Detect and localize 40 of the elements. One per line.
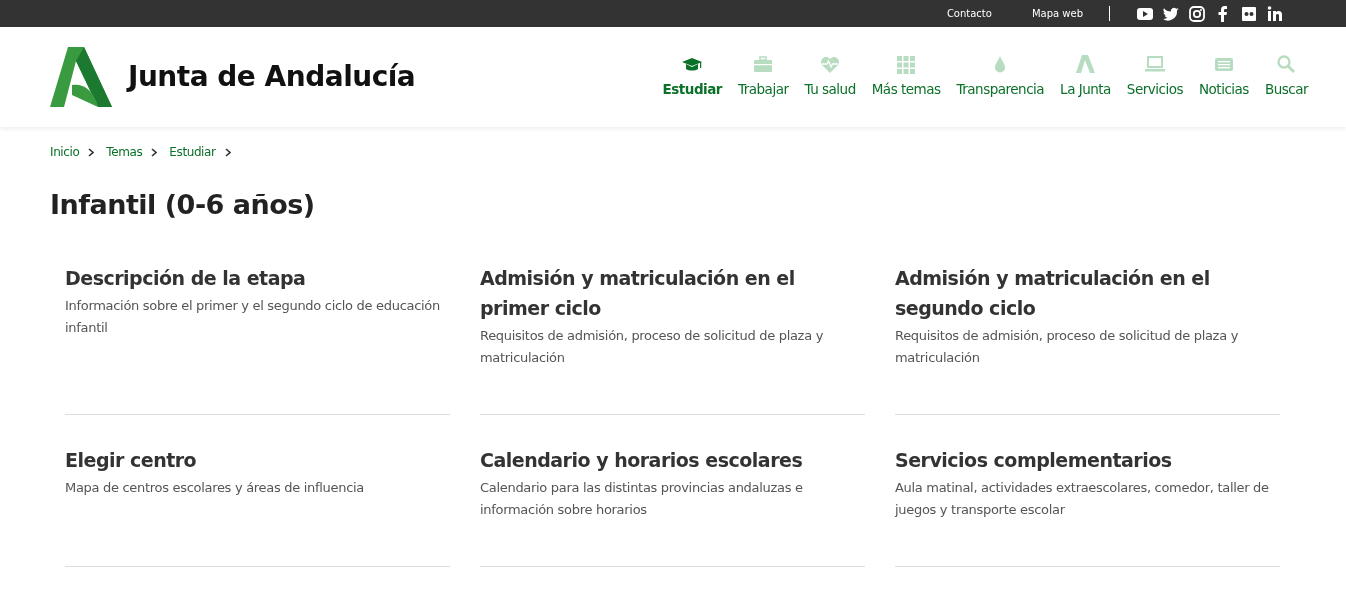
- nav-tab[interactable]: Noticias: [1199, 54, 1249, 100]
- logo-icon: [50, 47, 112, 107]
- flickr-icon[interactable]: [1240, 4, 1258, 23]
- page-title: Infantil (0-6 años): [50, 189, 316, 222]
- card-title[interactable]: Admisión y matriculación en el segundo ciclo: [895, 263, 1280, 324]
- top-link[interactable]: Mapa web: [1031, 6, 1083, 21]
- card-title[interactable]: Elegir centro: [65, 445, 450, 476]
- card-description: Información sobre el primer y el segundo ciclo de educación infantil: [65, 297, 441, 338]
- top-link[interactable]: Contacto: [946, 6, 992, 21]
- card-title[interactable]: Calendario y horarios escolares: [480, 445, 865, 476]
- nav-tab[interactable]: Servicios: [1126, 54, 1183, 100]
- nav-tab[interactable]: Estudiar: [662, 54, 722, 100]
- card-description: Requisitos de admisión, proceso de solicitud de plaza y matriculación: [480, 327, 825, 368]
- card-description: Requisitos de admisión, proceso de solicitud de plaza y matriculación: [895, 327, 1240, 368]
- grid-icon: [895, 54, 918, 75]
- letter-a-icon: [1074, 54, 1097, 75]
- breadcrumb-link[interactable]: Estudiar: [169, 143, 216, 161]
- nav-tab[interactable]: Trabajar: [737, 54, 789, 100]
- laptop-icon: [1143, 54, 1166, 75]
- nav-tab[interactable]: Buscar: [1264, 54, 1308, 100]
- heart-pulse-icon: [819, 54, 842, 75]
- instagram-icon[interactable]: [1188, 4, 1206, 23]
- nav-tab[interactable]: Transparencia: [956, 54, 1045, 100]
- card-description: Mapa de centros escolares y áreas de influencia: [65, 479, 365, 498]
- nav-tab[interactable]: La Junta: [1060, 54, 1111, 100]
- chevron-icon: [151, 147, 158, 157]
- briefcase-icon: [752, 54, 775, 75]
- breadcrumb-link[interactable]: Inicio: [50, 143, 80, 161]
- card-description: Aula matinal, actividades extraescolares, comedor, taller de juegos y transporte escolar: [895, 479, 1270, 520]
- linkedin-icon[interactable]: [1266, 4, 1284, 23]
- site-name[interactable]: Junta de Andalucía: [128, 56, 416, 98]
- card-description: Calendario para las distintas provincias andaluzas e información sobre horarios: [480, 479, 804, 520]
- chevron-icon: [224, 147, 231, 157]
- chevron-icon: [88, 147, 95, 157]
- breadcrumb-link[interactable]: Temas: [106, 143, 143, 161]
- card-title[interactable]: Servicios complementarios: [895, 445, 1280, 476]
- nav-tab[interactable]: Más temas: [871, 54, 941, 100]
- card-title[interactable]: Admisión y matriculación en el primer ciclo: [480, 263, 865, 324]
- nav-tab[interactable]: Tu salud: [804, 54, 856, 100]
- card-title[interactable]: Descripción de la etapa: [65, 263, 450, 294]
